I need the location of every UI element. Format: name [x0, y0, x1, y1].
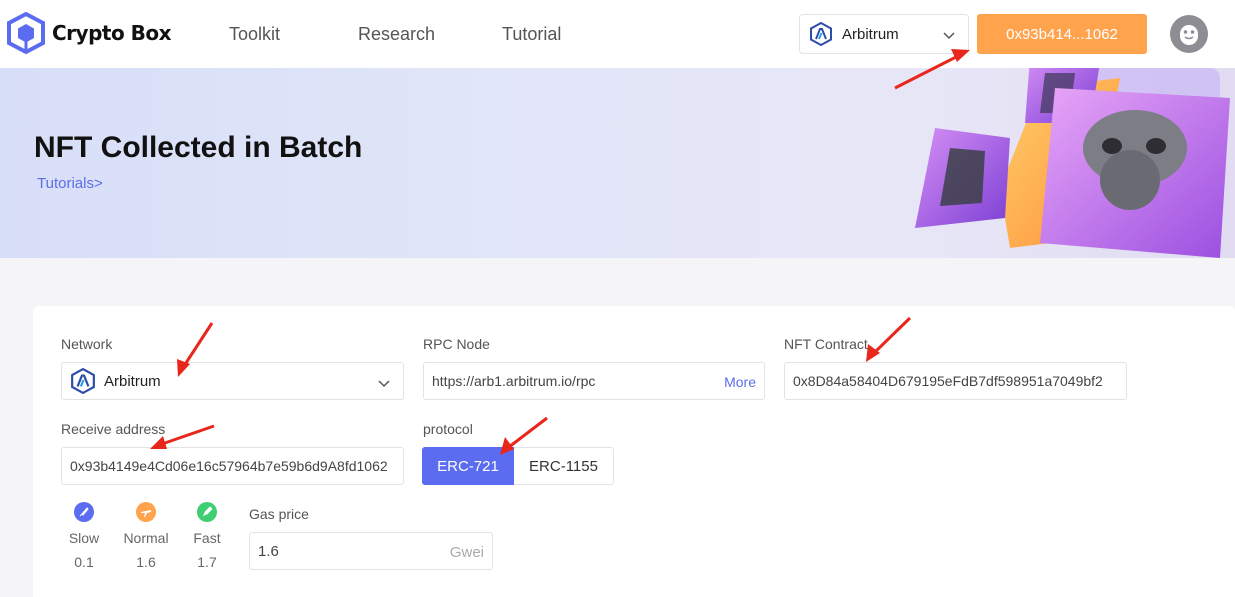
- network-selector-label: Arbitrum: [842, 25, 899, 43]
- arbitrum-icon: [810, 22, 832, 46]
- gas-speed-fast-label: Fast: [193, 530, 221, 546]
- gas-price-label: Gas price: [249, 506, 309, 522]
- protocol-erc721-button[interactable]: ERC-721: [422, 447, 514, 485]
- gas-speed-slow-value: 0.1: [74, 554, 94, 570]
- chevron-down-icon: [943, 32, 955, 40]
- nft-contract-value: 0x8D84a58404D679195eFdB7df598951a7049bf2: [793, 373, 1103, 389]
- gas-speed-fast[interactable]: Fast 1.7: [177, 502, 237, 570]
- rpc-node-label: RPC Node: [423, 336, 490, 352]
- wallet-address-button[interactable]: 0x93b414...1062: [977, 14, 1147, 54]
- receive-address-input[interactable]: 0x93b4149e4Cd06e16c57964b7e59b6d9A8fd106…: [61, 447, 404, 485]
- receive-address-value: 0x93b4149e4Cd06e16c57964b7e59b6d9A8fd106…: [70, 458, 388, 474]
- rpc-node-input[interactable]: https://arb1.arbitrum.io/rpc More: [423, 362, 765, 400]
- nft-contract-input[interactable]: 0x8D84a58404D679195eFdB7df598951a7049bf2: [784, 362, 1127, 400]
- nft-contract-label: NFT Contract: [784, 336, 868, 352]
- top-header: Crypto Box Toolkit Research Tutorial Arb…: [0, 0, 1235, 68]
- network-select[interactable]: Arbitrum: [61, 362, 404, 400]
- rocket-icon: [74, 502, 94, 522]
- plane-icon: [136, 502, 156, 522]
- network-selector[interactable]: Arbitrum: [799, 14, 969, 54]
- chevron-down-icon: [378, 380, 390, 388]
- page-title: NFT Collected in Batch: [34, 131, 363, 164]
- network-label: Network: [61, 336, 113, 352]
- receive-address-label: Receive address: [61, 421, 166, 437]
- hero-banner: NFT Collected in Batch Tutorials>: [0, 68, 1235, 258]
- gas-price-unit: Gwei: [449, 544, 484, 561]
- rpc-more-button[interactable]: More: [724, 374, 756, 390]
- nft-illustration-icon: [915, 68, 1230, 258]
- nav-tutorial[interactable]: Tutorial: [502, 24, 561, 45]
- avatar[interactable]: [1170, 15, 1208, 53]
- gas-speed-slow-label: Slow: [68, 530, 100, 546]
- rocket-icon: [197, 502, 217, 522]
- protocol-label: protocol: [423, 421, 473, 437]
- brand-name: Crypto Box: [52, 21, 172, 45]
- gas-speed-normal[interactable]: Normal 1.6: [116, 502, 176, 570]
- rpc-node-value: https://arb1.arbitrum.io/rpc: [432, 373, 596, 389]
- gas-speed-slow[interactable]: Slow 0.1: [54, 502, 114, 570]
- network-select-value: Arbitrum: [104, 372, 161, 390]
- nav-toolkit[interactable]: Toolkit: [229, 24, 280, 45]
- user-avatar-icon: [1180, 25, 1198, 45]
- cube-logo-icon: [7, 12, 45, 54]
- gas-speed-normal-value: 1.6: [136, 554, 156, 570]
- nav-research[interactable]: Research: [358, 24, 435, 45]
- arbitrum-icon: [71, 368, 95, 394]
- gas-speed-normal-label: Normal: [123, 530, 169, 546]
- brand-logo[interactable]: Crypto Box: [6, 12, 172, 54]
- gas-price-input[interactable]: 1.6 Gwei: [249, 532, 493, 570]
- gas-price-value: 1.6: [258, 542, 279, 560]
- gas-speed-fast-value: 1.7: [197, 554, 217, 570]
- tutorials-link[interactable]: Tutorials>: [37, 175, 103, 192]
- protocol-erc1155-button[interactable]: ERC-1155: [514, 447, 614, 485]
